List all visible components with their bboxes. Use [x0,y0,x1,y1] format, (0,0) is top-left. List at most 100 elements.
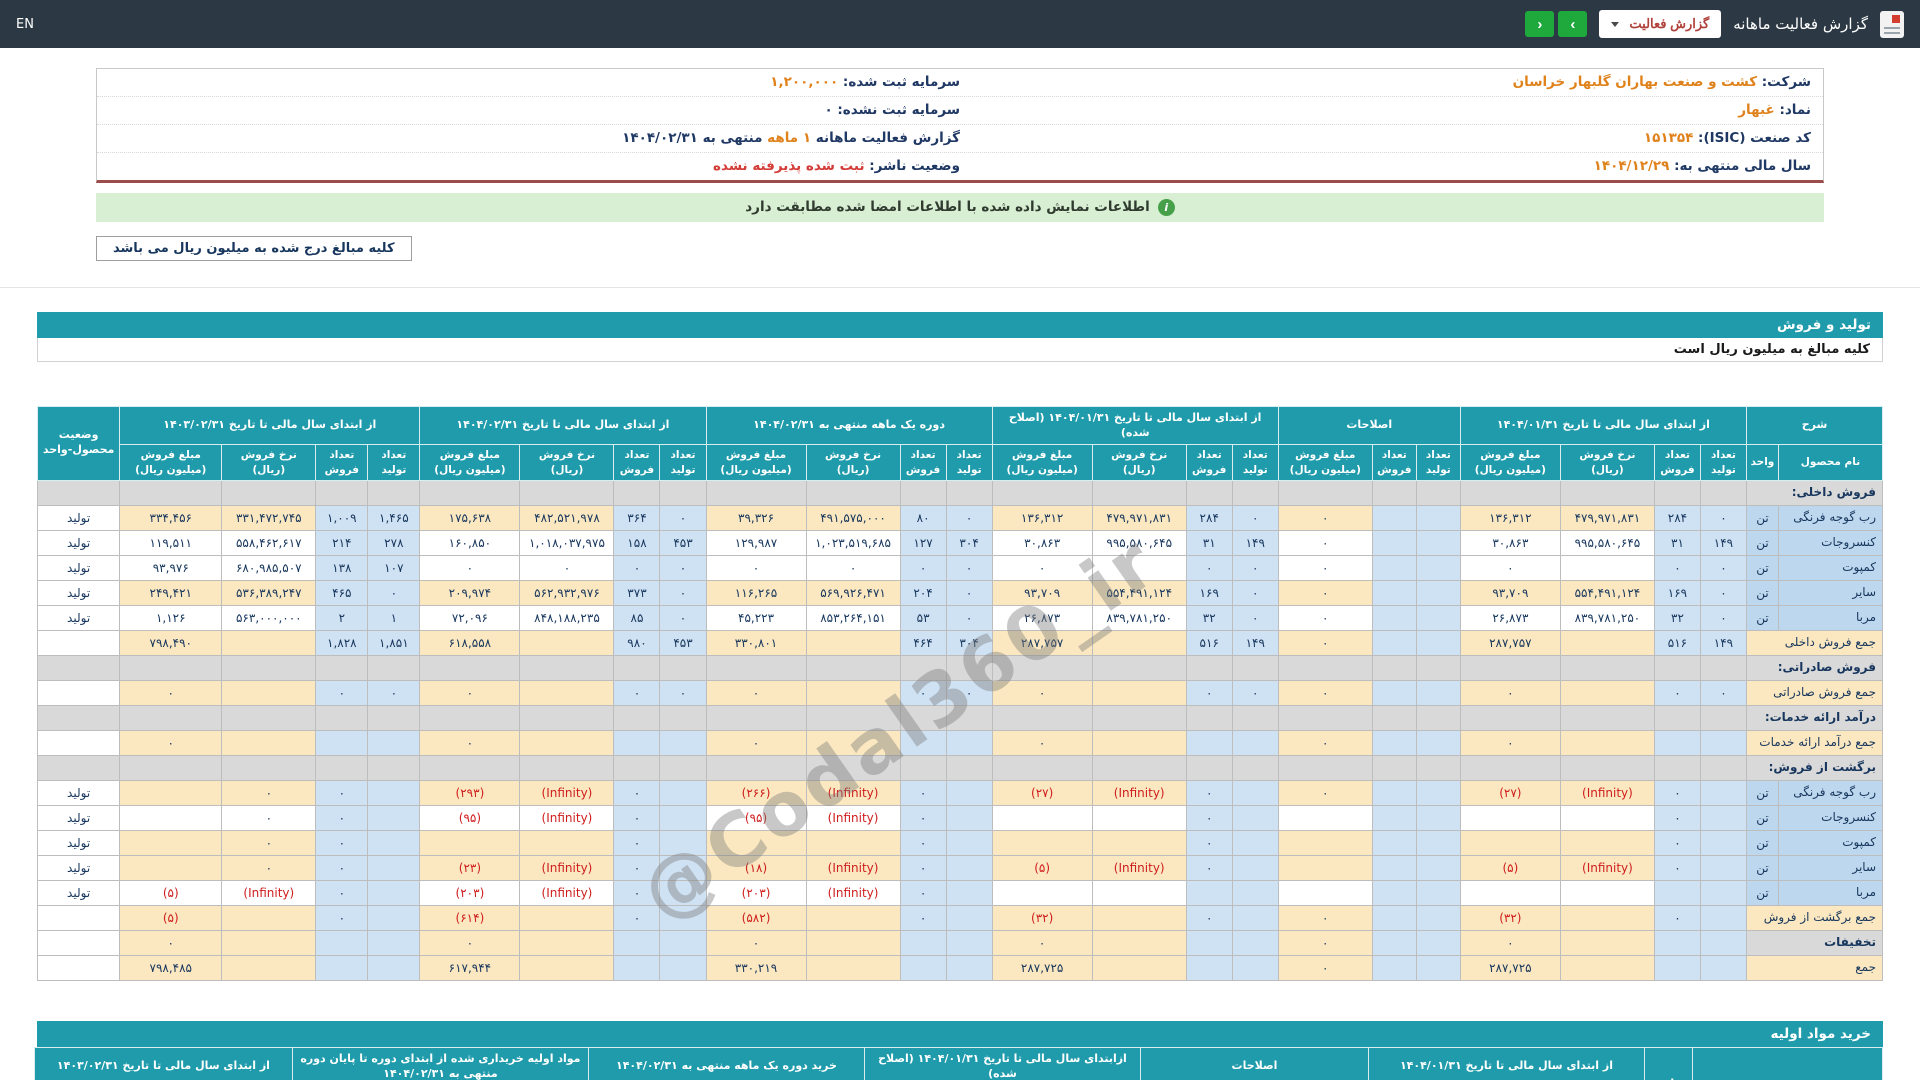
data-cell [1654,480,1700,505]
data-cell [1186,755,1232,780]
data-cell: ۴۶۴ [900,630,946,655]
data-cell: ۰ [1700,505,1746,530]
data-cell: ۰ [992,555,1092,580]
data-cell [900,930,946,955]
data-cell: (۶۱۴) [420,905,520,930]
status-cell: تولید [38,855,120,880]
data-cell [1700,655,1746,680]
data-cell: ۸۴۸,۱۸۸,۲۳۵ [520,605,614,630]
data-cell: ۰ [316,780,368,805]
data-cell: ۷۹۸,۴۹۰ [120,630,222,655]
data-cell: ۹۹۵,۵۸۰,۶۴۵ [1560,530,1654,555]
company-info-cell: کد صنعت (ISIC): ۱۵۱۳۵۴ [960,128,1811,149]
data-cell [1460,480,1560,505]
product-row: کمپوتتن۰۰۰۰۰۰۰۰۰۰۰۰۰۰۰۱۰۷۱۳۸۶۸۰,۹۸۵,۵۰۷۹… [38,555,1883,580]
data-cell [946,655,992,680]
data-cell: ۰ [614,830,660,855]
data-cell [946,905,992,930]
data-cell [222,705,316,730]
data-cell: ۶۱۷,۹۴۴ [420,955,520,980]
language-toggle-link[interactable]: EN [16,17,34,32]
next-report-button[interactable]: › [1558,11,1587,37]
data-cell: ۱۲۷ [900,530,946,555]
data-cell: ۰ [368,580,420,605]
data-cell [1560,480,1654,505]
data-cell: ۰ [900,830,946,855]
data-cell [1372,930,1416,955]
data-cell: (Infinity) [520,855,614,880]
product-row: رب گوجه فرنگیتن۰(Infinity)(۲۷)۰۰(Infinit… [38,780,1883,805]
data-cell: ۲۰۹,۹۷۴ [420,580,520,605]
company-info-row: نماد: غبهارسرمایه ثبت نشده: ۰ [97,97,1823,125]
data-cell: ۳۰,۸۶۳ [992,530,1092,555]
data-cell: ۱۶۹ [1186,580,1232,605]
data-cell: ۱۴۹ [1232,630,1278,655]
unit-cell: تن [1746,605,1778,630]
data-cell [1092,655,1186,680]
column-group-header: از ابتدای سال مالی تا تاریخ ۱۴۰۴/۰۱/۳۱ (… [992,406,1278,445]
data-cell: ۶۱۸,۵۵۸ [420,630,520,655]
data-cell [1092,555,1186,580]
status-cell: تولید [38,880,120,905]
data-cell: ۰ [1278,780,1372,805]
data-cell: ۸۵ [614,605,660,630]
data-cell: (۹۵) [420,805,520,830]
data-cell: ۳۷۳ [614,580,660,605]
data-cell [1416,955,1460,980]
data-cell [1460,655,1560,680]
data-cell [946,930,992,955]
info-icon: i [1158,199,1175,216]
data-cell [660,655,706,680]
row-label: جمع درآمد ارائه خدمات [1746,730,1882,755]
data-cell: ۱ [368,605,420,630]
data-cell [806,755,900,780]
column-group-header: شرح [1746,406,1882,445]
data-cell: ۰ [1654,680,1700,705]
report-type-dropdown[interactable]: گزارش فعالیت [1599,10,1721,38]
data-cell: (۲۷) [992,780,1092,805]
data-cell: ۳۳۱,۴۷۲,۷۴۵ [222,505,316,530]
data-cell: ۸۳۹,۷۸۱,۲۵۰ [1092,605,1186,630]
data-cell [900,705,946,730]
data-cell [1560,805,1654,830]
data-cell [660,880,706,905]
column-header: واحد [1746,445,1778,480]
data-cell: ۱۳۶,۳۱۲ [992,505,1092,530]
data-cell [1560,630,1654,655]
data-cell [1186,480,1232,505]
data-cell [1372,755,1416,780]
data-cell [1416,655,1460,680]
data-cell [1654,705,1700,730]
data-cell: ۰ [420,555,520,580]
status-cell [38,730,120,755]
column-header: مبلغ فروش (میلیون ریال) [120,445,222,480]
banner-text: اطلاعات نمایش داده شده با اطلاعات امضا ش… [745,199,1150,215]
section-divider [0,287,1920,288]
data-cell: (۳۲) [1460,905,1560,930]
data-cell: ۵۶۹,۹۲۶,۴۷۱ [806,580,900,605]
data-cell: ۰ [1278,955,1372,980]
data-cell [368,880,420,905]
data-cell [992,480,1092,505]
status-cell [38,930,120,955]
data-cell: ۱,۱۲۶ [120,605,222,630]
data-cell: ۴۷۹,۹۷۱,۸۳۱ [1560,505,1654,530]
data-cell: (۵) [120,905,222,930]
data-cell [1372,580,1416,605]
data-cell [1560,905,1654,930]
column-header: نرخ فروش (ریال) [806,445,900,480]
status-cell [38,680,120,705]
data-cell: ۱۴۹ [1700,530,1746,555]
data-cell [520,655,614,680]
data-cell [1416,705,1460,730]
product-name: کمپوت [1778,555,1882,580]
unit-cell: تن [1746,530,1778,555]
data-cell: ۰ [1654,555,1700,580]
data-cell: ۰ [614,905,660,930]
data-cell [660,705,706,730]
data-cell [1416,880,1460,905]
data-cell: ۰ [660,505,706,530]
prev-report-button[interactable]: ‹ [1525,11,1554,37]
data-cell: ۰ [1278,930,1372,955]
data-cell: ۳۲ [1186,605,1232,630]
